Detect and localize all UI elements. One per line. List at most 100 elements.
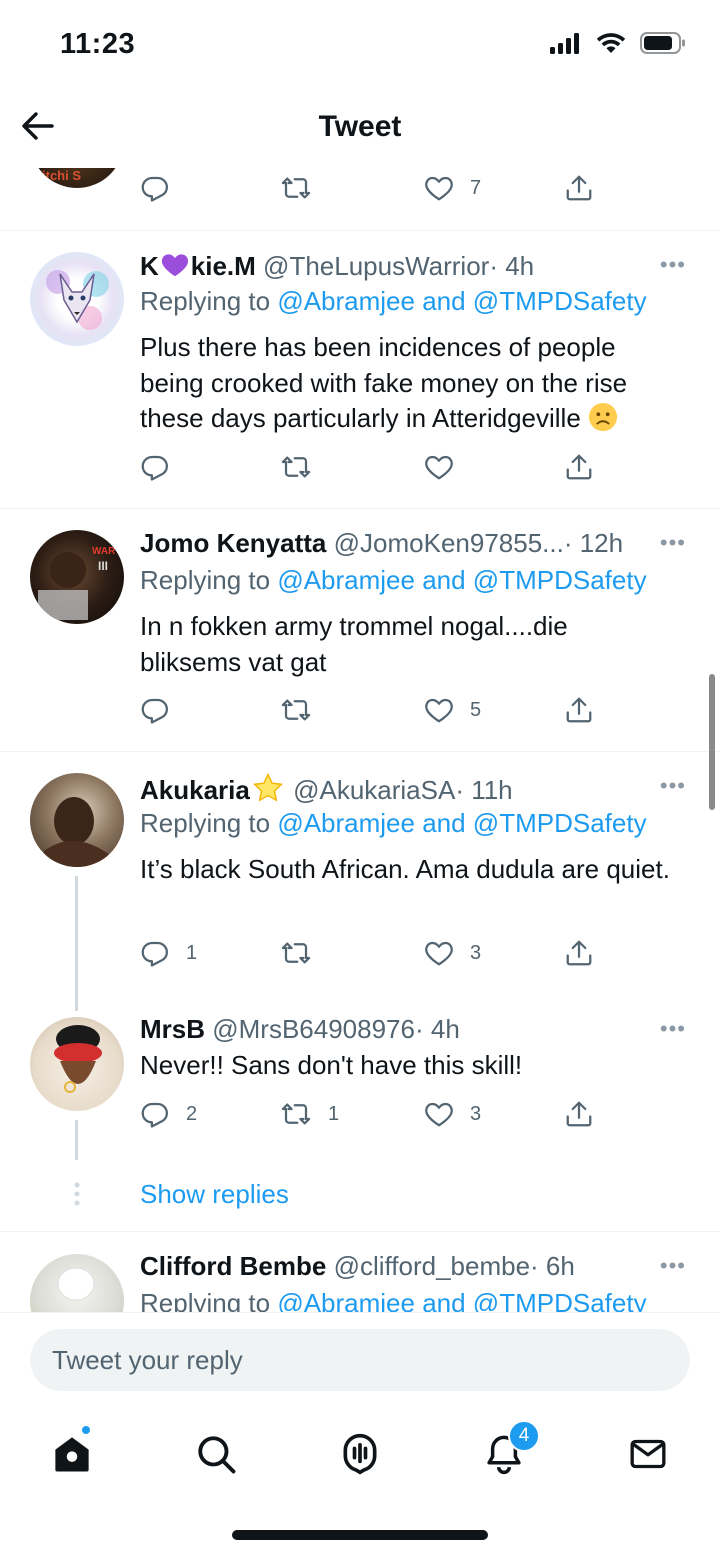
reply-mention-link[interactable]: @Abramjee and @TMPDSafety	[277, 1288, 646, 1312]
reply-mention-link[interactable]: @Abramjee and @TMPDSafety	[277, 286, 646, 316]
reply-icon	[141, 941, 168, 967]
like-action[interactable]: 3	[424, 933, 481, 973]
more-options-button[interactable]: •••	[660, 252, 686, 278]
tab-spaces[interactable]	[332, 1426, 388, 1482]
show-replies-link[interactable]: Show replies	[140, 1179, 289, 1210]
retweet-count: 1	[328, 1102, 340, 1125]
compose-bar	[0, 1312, 720, 1406]
more-options-button[interactable]: •••	[660, 530, 686, 556]
status-time: 11:23	[60, 28, 136, 60]
handle[interactable]: @MrsB64908976	[212, 1014, 415, 1044]
tab-bar: 4	[0, 1406, 720, 1558]
tweet-text: In n fokken army trommel nogal....die bl…	[140, 611, 568, 677]
heart-icon	[425, 941, 453, 966]
retweet-action[interactable]	[280, 168, 312, 208]
tweet-header: Kkie.M @TheLupusWarrior· 4h	[140, 250, 660, 282]
divider	[0, 751, 720, 752]
share-action[interactable]	[564, 1094, 594, 1134]
display-name[interactable]: Kkie.M	[140, 251, 256, 281]
reply-action[interactable]: 2	[140, 1094, 197, 1134]
display-name[interactable]: MrsB	[140, 1014, 205, 1044]
mail-icon	[630, 1439, 666, 1469]
reply-action[interactable]	[140, 447, 186, 487]
replying-to: Replying to @Abramjee and @TMPDSafety	[140, 808, 647, 838]
share-icon	[566, 1101, 592, 1127]
like-count: 5	[470, 698, 482, 721]
reply-mention-link[interactable]: @Abramjee and @TMPDSafety	[277, 808, 646, 838]
handle[interactable]: @clifford_bembe	[334, 1251, 530, 1281]
display-name[interactable]: Clifford Bembe	[140, 1251, 326, 1281]
tweet-header: Akukaria @AkukariaSA· 11h	[140, 771, 660, 806]
reply-action[interactable]: 1	[140, 933, 197, 973]
thread-line	[75, 1120, 78, 1160]
reply-input[interactable]	[30, 1329, 690, 1391]
avatar[interactable]	[30, 1017, 124, 1111]
tweet-text: Plus there has been incidences of people…	[140, 332, 628, 433]
handle[interactable]: @JomoKen97855...	[334, 528, 564, 558]
share-action[interactable]	[564, 447, 594, 487]
share-action[interactable]	[564, 690, 594, 730]
retweet-action[interactable]	[280, 933, 328, 973]
share-icon	[566, 454, 592, 480]
search-icon	[198, 1436, 236, 1474]
reply-icon	[141, 176, 168, 202]
share-icon	[566, 940, 592, 966]
tweet-text: Never!! Sans don't have this skill!	[140, 1050, 523, 1080]
heart-icon	[425, 1102, 453, 1127]
reply-icon	[141, 698, 168, 724]
reply-action[interactable]	[140, 690, 186, 730]
like-count: 7	[470, 176, 482, 199]
thread-line	[75, 876, 78, 1011]
avatar[interactable]	[30, 1254, 124, 1312]
timestamp: · 11h	[455, 775, 513, 805]
tweet-header: Clifford Bembe @clifford_bembe· 6h	[140, 1251, 660, 1282]
more-options-button[interactable]: •••	[660, 773, 686, 799]
tweet-actions	[140, 447, 640, 487]
retweet-action[interactable]: 1	[280, 1094, 339, 1134]
avatar[interactable]	[30, 773, 124, 867]
tab-search[interactable]	[188, 1426, 244, 1482]
reply-action[interactable]	[140, 168, 170, 208]
tweet-text: It’s black South African. Ama dudula are…	[140, 854, 670, 884]
reply-icon	[141, 1102, 168, 1128]
timestamp: · 4h	[489, 251, 535, 281]
retweet-icon	[281, 942, 311, 964]
handle[interactable]: @TheLupusWarrior	[263, 251, 489, 281]
thread-dots-icon	[74, 1182, 80, 1206]
svg-text:III: III	[98, 559, 108, 573]
handle[interactable]: @AkukariaSA	[293, 775, 455, 805]
avatar[interactable]	[30, 252, 124, 346]
like-action[interactable]	[424, 447, 470, 487]
retweet-action[interactable]	[280, 447, 328, 487]
signal-icon	[550, 33, 579, 54]
replying-to: Replying to @Abramjee and @TMPDSafety	[140, 1288, 647, 1312]
like-action[interactable]: 5	[424, 690, 481, 730]
battery-icon	[640, 32, 685, 54]
share-action[interactable]	[564, 933, 594, 973]
display-name[interactable]: Akukaria	[140, 772, 286, 805]
share-icon	[566, 175, 592, 201]
tweet-actions: 7	[140, 168, 640, 208]
divider	[0, 230, 720, 231]
like-action[interactable]: 3	[424, 1094, 481, 1134]
divider	[0, 508, 720, 509]
display-name[interactable]: Jomo Kenyatta	[140, 528, 326, 558]
replying-to: Replying to @Abramjee and @TMPDSafety	[140, 286, 647, 316]
tab-home[interactable]	[44, 1424, 100, 1482]
timestamp: · 12h	[563, 528, 624, 558]
avatar[interactable]: WAR III	[30, 530, 124, 624]
tab-messages[interactable]	[620, 1426, 676, 1482]
reply-feed[interactable]: itchi S 7 Kkie.M @TheLupusWarrior· 4h ••…	[0, 168, 720, 1312]
reply-mention-link[interactable]: @Abramjee and @TMPDSafety	[277, 565, 646, 595]
scrollbar[interactable]	[709, 674, 715, 810]
more-options-button[interactable]: •••	[660, 1253, 686, 1279]
avatar[interactable]: itchi S	[30, 168, 124, 188]
share-action[interactable]	[564, 168, 594, 208]
home-indicator[interactable]	[232, 1530, 488, 1540]
tab-notifications[interactable]: 4	[476, 1420, 540, 1482]
timestamp: · 6h	[530, 1251, 575, 1281]
like-action[interactable]: 7	[424, 168, 481, 208]
more-options-button[interactable]: •••	[660, 1016, 686, 1042]
retweet-action[interactable]	[280, 690, 328, 730]
reply-count: 2	[186, 1102, 198, 1125]
